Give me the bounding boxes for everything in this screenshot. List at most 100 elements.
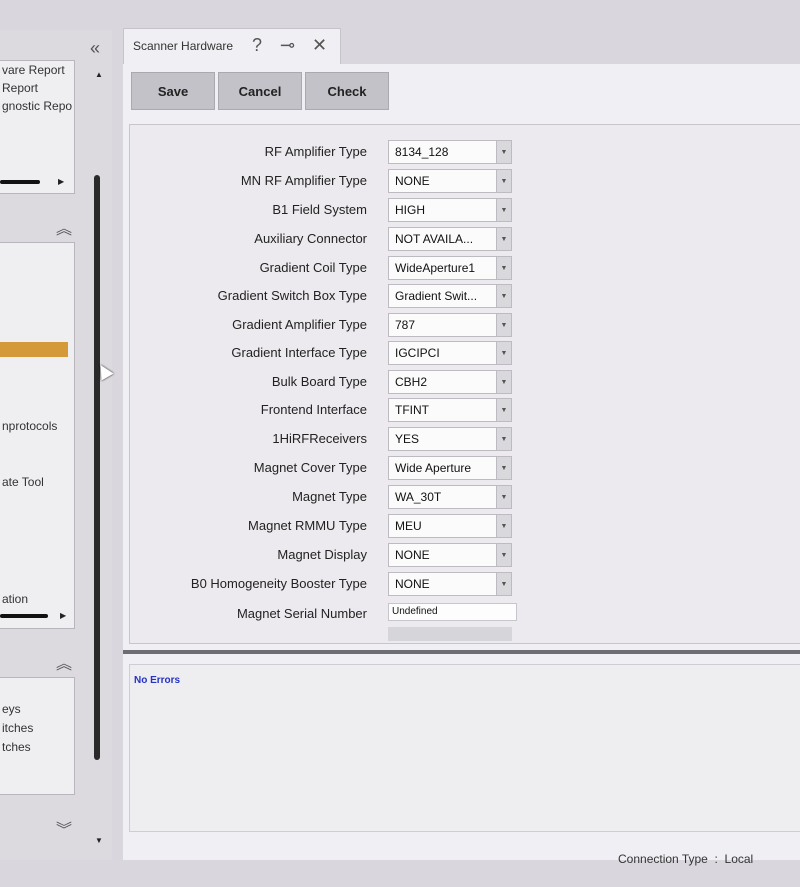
chevron-down-icon[interactable]: ▼ [496,428,511,450]
horizontal-scrollbar[interactable] [0,614,48,618]
chevron-down-icon[interactable]: ▼ [496,399,511,421]
field-row: Gradient Coil Type WideAperture1 ▼ [130,254,800,283]
field-value: WideAperture1 [395,261,476,275]
field-row: Magnet Type WA_30T ▼ [130,483,800,512]
expand-section-icon[interactable]: ︾ [56,816,72,840]
field-value: YES [395,432,420,446]
scroll-up-icon[interactable]: ▲ [95,70,103,79]
field-dropdown[interactable]: HIGH ▼ [388,198,512,222]
horizontal-scrollbar[interactable] [0,180,40,184]
field-dropdown[interactable]: 787 ▼ [388,313,512,337]
sidebar-panel-tools: nprotocols ate Tool ation [0,242,75,629]
field-row: Auxiliary Connector NOT AVAILA... ▼ [130,225,800,254]
connection-type-label: Connection Type [618,852,708,866]
field-value: NONE [395,548,430,562]
field-label: B1 Field System [272,202,367,217]
sidebar-item[interactable]: itches [0,719,33,737]
field-value: NONE [395,577,430,591]
connection-type-value: Local [724,852,754,866]
field-dropdown[interactable]: WA_30T ▼ [388,485,512,509]
scroll-down-icon[interactable]: ▼ [95,836,103,845]
field-row: Gradient Amplifier Type 787 ▼ [130,311,800,340]
field-value: Wide Aperture [395,461,472,475]
field-dropdown[interactable]: NOT AVAILA... ▼ [388,227,512,251]
tab-title: Scanner Hardware [133,39,234,53]
check-button[interactable]: Check [305,72,389,110]
scroll-right-icon[interactable]: ▶ [58,177,64,186]
serial-number-input[interactable]: Undefined [388,603,517,621]
chevron-down-icon[interactable]: ▼ [496,573,511,595]
field-row: RF Amplifier Type 8134_128 ▼ [130,138,800,167]
help-icon[interactable]: ? [252,35,262,56]
field-dropdown[interactable]: NONE ▼ [388,543,512,567]
field-row: Magnet RMMU Type MEU ▼ [130,512,800,541]
field-dropdown[interactable]: MEU ▼ [388,514,512,538]
status-separator: : [714,852,718,866]
field-label: Magnet Cover Type [253,460,367,475]
field-dropdown[interactable]: YES ▼ [388,427,512,451]
field-dropdown[interactable]: Wide Aperture ▼ [388,456,512,480]
field-dropdown[interactable]: TFINT ▼ [388,398,512,422]
chevron-down-icon[interactable]: ▼ [496,199,511,221]
chevron-down-icon[interactable]: ▼ [496,544,511,566]
field-dropdown[interactable]: WideAperture1 ▼ [388,256,512,280]
collapse-sidebar-icon[interactable]: « [90,38,100,59]
sidebar-panel-reports: vare Report Report gnostic Repo [0,60,75,194]
field-value: TFINT [395,403,429,417]
collapse-section-icon[interactable]: ︽ [56,650,72,674]
sidebar-item[interactable]: ation [0,590,28,608]
chevron-down-icon[interactable]: ▼ [496,371,511,393]
status-bar: Connection Type : Local [618,852,753,866]
chevron-down-icon[interactable]: ▼ [496,486,511,508]
chevron-down-icon[interactable]: ▼ [496,285,511,307]
field-value: WA_30T [395,490,442,504]
message-text: No Errors [134,675,181,686]
cancel-button[interactable]: Cancel [218,72,302,110]
sidebar-item[interactable]: ate Tool [0,473,44,491]
field-dropdown[interactable]: 8134_128 ▼ [388,140,512,164]
field-dropdown[interactable]: CBH2 ▼ [388,370,512,394]
main-panel: Save Cancel Check RF Amplifier Type 8134… [123,64,800,860]
sidebar-item[interactable]: nprotocols [0,417,57,435]
sidebar-item[interactable]: Report [0,79,74,97]
pin-icon[interactable]: ⊸ [280,35,295,56]
tab-scanner-hardware[interactable]: Scanner Hardware ? ⊸ ✕ [123,28,341,65]
field-dropdown[interactable]: NONE ▼ [388,169,512,193]
chevron-down-icon[interactable]: ▼ [496,515,511,537]
chevron-down-icon[interactable]: ▼ [496,257,511,279]
chevron-down-icon[interactable]: ▼ [496,170,511,192]
message-panel: No Errors [129,664,800,832]
field-label: Magnet RMMU Type [248,518,367,533]
sidebar-item[interactable]: gnostic Repo [0,97,74,115]
sidebar-panel-misc: eys itches tches [0,677,75,795]
chevron-down-icon[interactable]: ▼ [496,457,511,479]
field-dropdown[interactable]: NONE ▼ [388,572,512,596]
collapse-section-icon[interactable]: ︽ [56,215,72,239]
field-row: Gradient Switch Box Type Gradient Swit..… [130,282,800,311]
field-value: NONE [395,174,430,188]
field-value: NOT AVAILA... [395,232,474,246]
field-row: B1 Field System HIGH ▼ [130,196,800,225]
field-label: Magnet Display [277,547,367,562]
scroll-right-icon[interactable]: ▶ [60,611,66,620]
save-button[interactable]: Save [131,72,215,110]
sidebar-item[interactable]: vare Report [0,61,74,79]
left-sidebar: « vare Report Report gnostic Repo ▶ ︽ np… [0,30,114,860]
selected-item-highlight[interactable] [0,342,68,357]
sidebar-item[interactable]: tches [0,738,31,756]
chevron-down-icon[interactable]: ▼ [496,228,511,250]
chevron-down-icon[interactable]: ▼ [496,342,511,364]
close-icon[interactable]: ✕ [312,35,327,56]
sidebar-item[interactable]: eys [0,700,21,718]
field-value: Gradient Swit... [395,289,478,303]
field-value: MEU [395,519,422,533]
field-label: Magnet Type [292,489,367,504]
chevron-down-icon[interactable]: ▼ [496,141,511,163]
field-row: Bulk Board Type CBH2 ▼ [130,368,800,397]
field-dropdown[interactable]: Gradient Swit... ▼ [388,284,512,308]
vertical-scrollbar[interactable] [94,175,100,760]
field-row: Frontend Interface TFINT ▼ [130,396,800,425]
chevron-down-icon[interactable]: ▼ [496,314,511,336]
field-dropdown[interactable]: IGCIPCI ▼ [388,341,512,365]
splitter[interactable] [123,650,800,654]
